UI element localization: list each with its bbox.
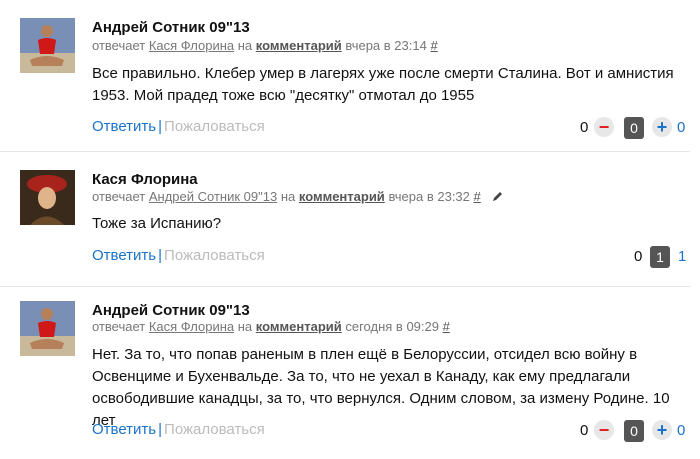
vote-widget: 0 1 1 (634, 246, 694, 268)
minus-count: 0 (580, 119, 589, 136)
report-link[interactable]: Пожаловаться (164, 421, 265, 438)
score-badge[interactable]: 1 (650, 246, 670, 268)
score-badge: 0 (624, 420, 644, 442)
report-link[interactable]: Пожаловаться (164, 118, 265, 135)
comment-author[interactable]: Андрей Сотник 09"13 (92, 19, 250, 36)
user-avatar[interactable] (20, 18, 75, 73)
comment-meta: отвечает Кася Флорина на комментарий сег… (92, 319, 450, 334)
user-avatar[interactable] (20, 301, 75, 356)
plus-count: 1 (678, 248, 687, 265)
vote-up-button[interactable]: + (652, 420, 672, 440)
parent-comment-link[interactable]: комментарий (256, 38, 342, 53)
reply-to-user-link[interactable]: Андрей Сотник 09"13 (149, 189, 277, 204)
on-label: на (237, 319, 253, 334)
comment-text: Нет. За то, что попав раненым в плен ещё… (92, 346, 670, 429)
comment-time: вчера в 23:32 (388, 189, 470, 204)
on-label: на (237, 38, 253, 53)
vote-widget: 0 − 0 + 0 (580, 117, 690, 139)
comment-2: Кася Флорина отвечает Андрей Сотник 09"1… (0, 152, 700, 292)
comment-text: Тоже за Испанию? (92, 215, 222, 232)
comment-1: Андрей Сотник 09"13 отвечает Кася Флорин… (0, 0, 700, 150)
minus-count: 0 (634, 248, 643, 265)
vote-widget: 0 − 0 + 0 (580, 420, 690, 442)
permalink[interactable]: # (430, 38, 437, 53)
on-label: на (280, 189, 296, 204)
comment-author[interactable]: Кася Флорина (92, 171, 198, 188)
comment-actions: Ответить | Пожаловаться (92, 118, 265, 135)
score-badge: 0 (624, 117, 644, 139)
reply-to-user-link[interactable]: Кася Флорина (149, 38, 234, 53)
reply-link[interactable]: Ответить (92, 247, 156, 264)
report-link[interactable]: Пожаловаться (164, 247, 265, 264)
comment-time: сегодня в 09:29 (345, 319, 439, 334)
reply-to-user-link[interactable]: Кася Флорина (149, 319, 234, 334)
minus-count: 0 (580, 422, 589, 439)
vote-down-button[interactable]: − (594, 117, 614, 137)
actions-separator: | (158, 247, 163, 264)
comment-3: Андрей Сотник 09"13 отвечает Кася Флорин… (0, 287, 700, 459)
user-avatar[interactable] (20, 170, 75, 225)
replies-label: отвечает (92, 38, 146, 53)
comment-text: Все правильно. Клебер умер в лагерях уже… (92, 65, 674, 104)
parent-comment-link[interactable]: комментарий (256, 319, 342, 334)
permalink[interactable]: # (443, 319, 450, 334)
pencil-icon[interactable] (492, 190, 504, 205)
comment-author[interactable]: Андрей Сотник 09"13 (92, 302, 250, 319)
plus-count: 0 (677, 119, 686, 136)
replies-label: отвечает (92, 189, 146, 204)
replies-label: отвечает (92, 319, 146, 334)
comment-actions: Ответить | Пожаловаться (92, 421, 265, 438)
comment-meta: отвечает Андрей Сотник 09"13 на коммента… (92, 189, 504, 205)
comment-actions: Ответить | Пожаловаться (92, 247, 265, 264)
reply-link[interactable]: Ответить (92, 421, 156, 438)
comment-time: вчера в 23:14 (345, 38, 427, 53)
plus-count: 0 (677, 422, 686, 439)
actions-separator: | (158, 421, 163, 438)
comment-meta: отвечает Кася Флорина на комментарий вче… (92, 38, 438, 53)
vote-down-button[interactable]: − (594, 420, 614, 440)
actions-separator: | (158, 118, 163, 135)
parent-comment-link[interactable]: комментарий (299, 189, 385, 204)
vote-up-button[interactable]: + (652, 117, 672, 137)
permalink[interactable]: # (474, 189, 481, 204)
reply-link[interactable]: Ответить (92, 118, 156, 135)
